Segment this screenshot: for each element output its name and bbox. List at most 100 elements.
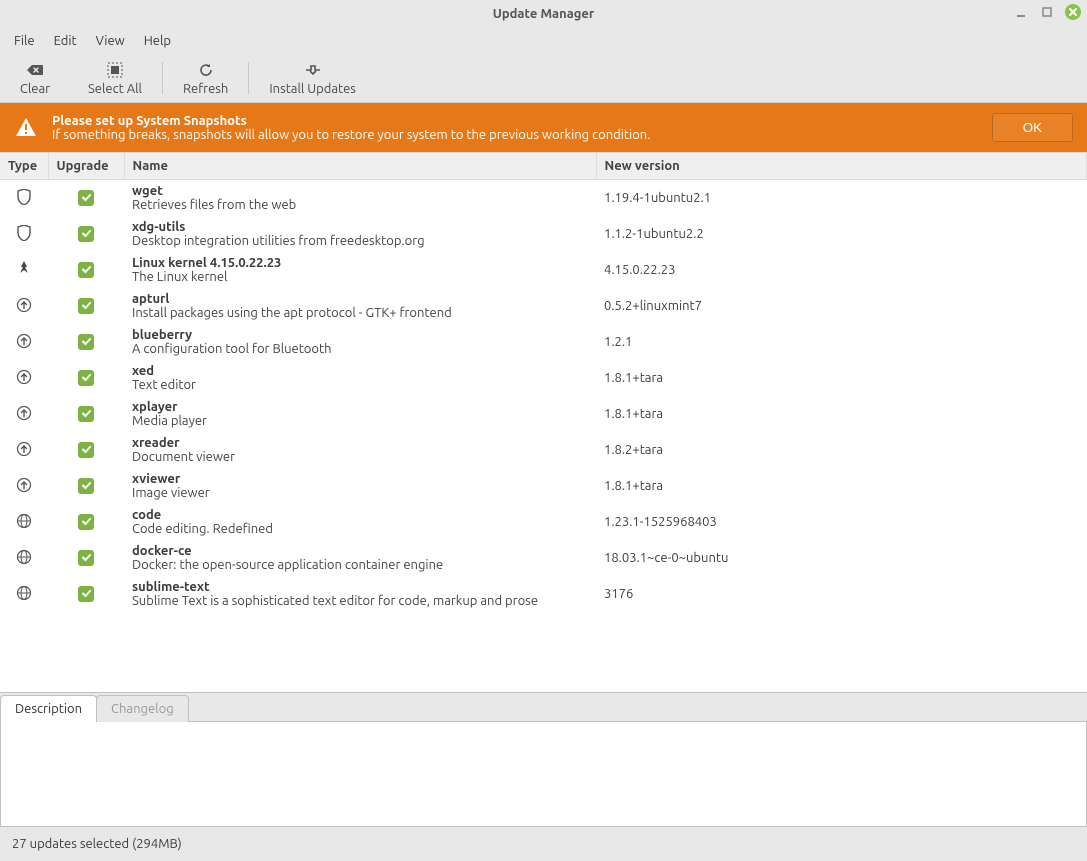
kernel-icon <box>16 261 32 277</box>
package-description: Code editing. Redefined <box>132 522 588 536</box>
select-all-label: Select All <box>88 82 142 96</box>
package-name: xreader <box>132 436 588 450</box>
thirdparty-icon <box>16 549 32 565</box>
status-bar: 27 updates selected (294MB) <box>0 827 1087 861</box>
upgrade-checkbox[interactable] <box>78 226 94 242</box>
install-icon <box>304 60 322 80</box>
warning-icon <box>14 116 38 140</box>
update-icon <box>16 441 32 457</box>
maximize-button[interactable] <box>1039 4 1055 20</box>
column-name[interactable]: Name <box>124 153 596 180</box>
upgrade-checkbox[interactable] <box>78 406 94 422</box>
table-row[interactable]: blueberryA configuration tool for Blueto… <box>0 324 1087 360</box>
refresh-button[interactable]: Refresh <box>165 56 246 100</box>
refresh-label: Refresh <box>183 82 228 96</box>
table-row[interactable]: xdg-utilsDesktop integration utilities f… <box>0 216 1087 252</box>
upgrade-checkbox[interactable] <box>78 298 94 314</box>
package-description: The Linux kernel <box>132 270 588 284</box>
package-name: xdg-utils <box>132 220 588 234</box>
package-name: apturl <box>132 292 588 306</box>
menu-file[interactable]: File <box>6 30 43 52</box>
update-icon <box>16 297 32 313</box>
package-name: wget <box>132 184 588 198</box>
upgrade-checkbox[interactable] <box>78 514 94 530</box>
package-name: xviewer <box>132 472 588 486</box>
select-all-button[interactable]: Select All <box>70 56 160 100</box>
package-name: xplayer <box>132 400 588 414</box>
table-row[interactable]: xreaderDocument viewer 1.8.2+tara <box>0 432 1087 468</box>
package-name: docker-ce <box>132 544 588 558</box>
table-row[interactable]: Linux kernel 4.15.0.22.23The Linux kerne… <box>0 252 1087 288</box>
package-description: Text editor <box>132 378 588 392</box>
upgrade-checkbox[interactable] <box>78 442 94 458</box>
toolbar-separator <box>162 62 163 94</box>
upgrade-checkbox[interactable] <box>78 334 94 350</box>
menu-view[interactable]: View <box>88 30 133 52</box>
table-row[interactable]: wgetRetrieves files from the web 1.19.4-1… <box>0 180 1087 217</box>
table-row[interactable]: codeCode editing. Redefined1.23.1-152596… <box>0 504 1087 540</box>
table-row[interactable]: apturlInstall packages using the apt pro… <box>0 288 1087 324</box>
table-row[interactable]: xplayerMedia player 1.8.1+tara <box>0 396 1087 432</box>
update-icon <box>16 369 32 385</box>
install-label: Install Updates <box>269 82 356 96</box>
package-version: 1.1.2-1ubuntu2.2 <box>596 216 1087 252</box>
window-title: Update Manager <box>493 7 595 21</box>
table-row[interactable]: xedText editor 1.8.1+tara <box>0 360 1087 396</box>
column-version[interactable]: New version <box>596 153 1087 180</box>
package-description: Retrieves files from the web <box>132 198 588 212</box>
package-version: 0.5.2+linuxmint7 <box>596 288 1087 324</box>
updates-table[interactable]: Type Upgrade Name New version wgetRetrie… <box>0 153 1087 612</box>
table-row[interactable]: docker-ceDocker: the open-source applica… <box>0 540 1087 576</box>
tab-description[interactable]: Description <box>0 695 97 722</box>
package-description: Media player <box>132 414 588 428</box>
package-description: Install packages using the apt protocol … <box>132 306 588 320</box>
menu-help[interactable]: Help <box>136 30 179 52</box>
package-version: 1.8.1+tara <box>596 360 1087 396</box>
package-version: 18.03.1~ce-0~ubuntu <box>596 540 1087 576</box>
package-version: 1.19.4-1ubuntu2.1 <box>596 180 1087 217</box>
package-description: Sublime Text is a sophisticated text edi… <box>132 594 588 608</box>
package-description: A configuration tool for Bluetooth <box>132 342 588 356</box>
tab-changelog[interactable]: Changelog <box>96 695 189 722</box>
package-version: 1.8.2+tara <box>596 432 1087 468</box>
package-name: blueberry <box>132 328 588 342</box>
package-name: Linux kernel 4.15.0.22.23 <box>132 256 588 270</box>
package-name: code <box>132 508 588 522</box>
upgrade-checkbox[interactable] <box>78 550 94 566</box>
menu-edit[interactable]: Edit <box>46 30 85 52</box>
thirdparty-icon <box>16 585 32 601</box>
security-icon <box>16 189 32 205</box>
package-description: Image viewer <box>132 486 588 500</box>
table-row[interactable]: sublime-textSublime Text is a sophistica… <box>0 576 1087 612</box>
clear-icon <box>26 60 44 80</box>
minimize-button[interactable] <box>1013 4 1029 20</box>
update-icon <box>16 405 32 421</box>
toolbar-separator <box>248 62 249 94</box>
column-upgrade[interactable]: Upgrade <box>48 153 124 180</box>
package-version: 1.2.1 <box>596 324 1087 360</box>
snapshot-warning-banner: Please set up System Snapshots If someth… <box>0 103 1087 152</box>
upgrade-checkbox[interactable] <box>78 190 94 206</box>
package-name: xed <box>132 364 588 378</box>
banner-ok-button[interactable]: OK <box>992 113 1073 142</box>
clear-button[interactable]: Clear <box>0 56 70 100</box>
package-version: 1.8.1+tara <box>596 396 1087 432</box>
package-name: sublime-text <box>132 580 588 594</box>
upgrade-checkbox[interactable] <box>78 262 94 278</box>
clear-label: Clear <box>20 82 50 96</box>
install-updates-button[interactable]: Install Updates <box>251 56 374 100</box>
update-icon <box>16 333 32 349</box>
column-type[interactable]: Type <box>0 153 48 180</box>
package-description: Document viewer <box>132 450 588 464</box>
close-button[interactable] <box>1065 4 1081 20</box>
upgrade-checkbox[interactable] <box>78 478 94 494</box>
banner-description: If something breaks, snapshots will allo… <box>52 128 978 142</box>
upgrade-checkbox[interactable] <box>78 586 94 602</box>
refresh-icon <box>198 60 214 80</box>
thirdparty-icon <box>16 513 32 529</box>
package-version: 4.15.0.22.23 <box>596 252 1087 288</box>
upgrade-checkbox[interactable] <box>78 370 94 386</box>
select-all-icon <box>107 60 123 80</box>
package-version: 1.8.1+tara <box>596 468 1087 504</box>
table-row[interactable]: xviewerImage viewer 1.8.1+tara <box>0 468 1087 504</box>
